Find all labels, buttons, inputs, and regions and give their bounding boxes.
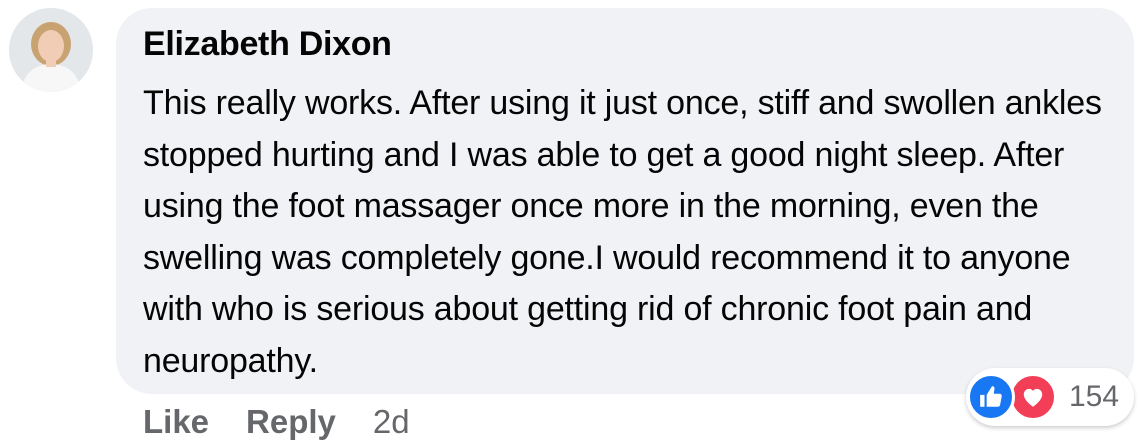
comment-bubble: Elizabeth Dixon This really works. After… xyxy=(116,8,1134,394)
comment-timestamp[interactable]: 2d xyxy=(373,403,410,441)
like-button[interactable]: Like xyxy=(143,403,209,441)
user-avatar-image xyxy=(9,8,93,92)
heart-icon xyxy=(1009,373,1057,421)
avatar[interactable] xyxy=(9,8,93,92)
comment-author[interactable]: Elizabeth Dixon xyxy=(143,24,1114,64)
reaction-count: 154 xyxy=(1069,380,1120,413)
reactions-summary[interactable]: 154 xyxy=(966,368,1134,426)
comment-actions: Like Reply 2d xyxy=(143,400,410,444)
comment-text: This really works. After using it just o… xyxy=(143,84,1102,380)
reply-button[interactable]: Reply xyxy=(246,403,336,441)
thumbs-up-icon xyxy=(967,373,1015,421)
